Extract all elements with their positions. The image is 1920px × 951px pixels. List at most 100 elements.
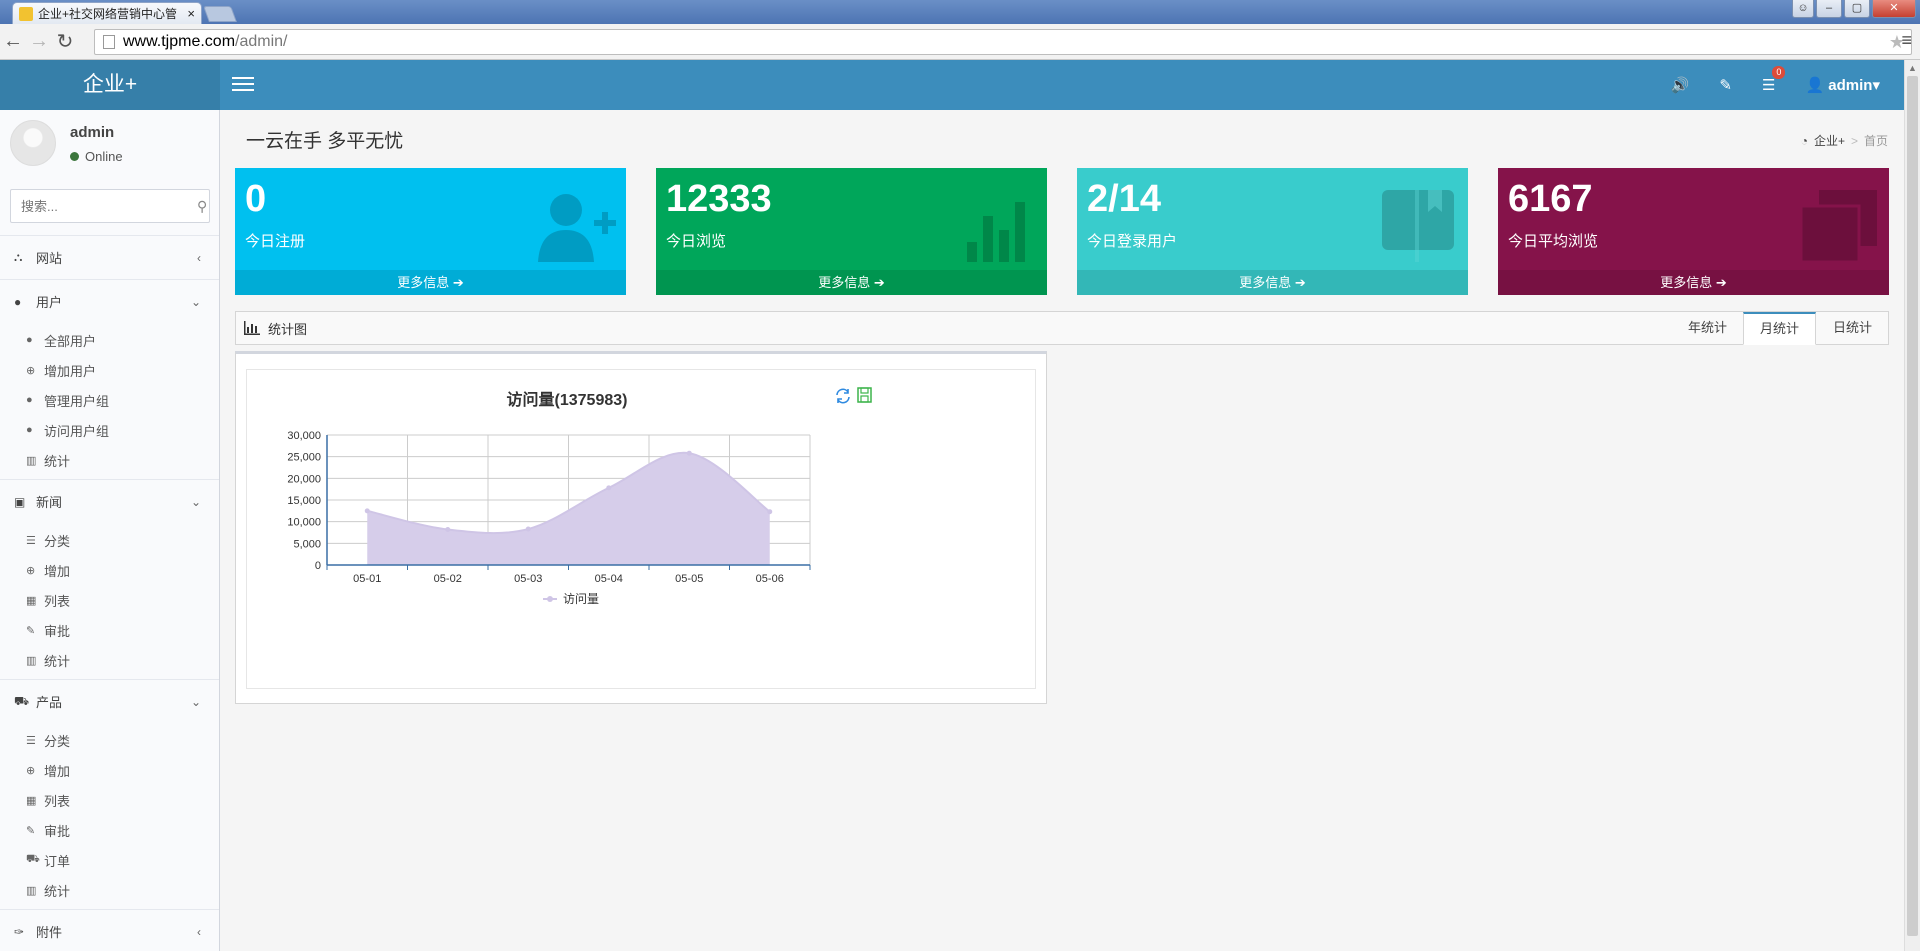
reload-button[interactable]: ↻ xyxy=(52,29,78,54)
stats-title: 统计图 xyxy=(268,321,308,337)
item-icon: ● xyxy=(26,334,33,346)
item-icon: ⊕ xyxy=(26,764,36,777)
top-navbar: 🔊 ✎ ☰ 0 👤 admin▾ xyxy=(220,60,1904,110)
refresh-icon[interactable] xyxy=(836,388,850,404)
url-path: /admin/ xyxy=(235,33,288,50)
data-point xyxy=(686,450,692,456)
sidebar-item[interactable]: ▦ 列表 xyxy=(0,785,219,815)
back-button[interactable]: ← xyxy=(0,30,26,53)
search-input[interactable] xyxy=(21,198,197,214)
dashboard-icon: ◔ xyxy=(1800,133,1808,148)
avatar xyxy=(10,120,56,166)
tab-daily[interactable]: 日统计 xyxy=(1816,312,1888,345)
sidebar-item[interactable]: ● 管理用户组 xyxy=(0,385,219,415)
sidebar-item[interactable]: ✎ 审批 xyxy=(0,615,219,645)
sidebar-item-label: 增加 xyxy=(44,763,71,779)
sidebar-item[interactable]: ⊕ 增加 xyxy=(0,555,219,585)
sidebar-search: ⚲ xyxy=(10,189,210,223)
section-label: 用户 xyxy=(36,295,63,310)
data-point xyxy=(364,508,370,514)
section-icon: ⛬ xyxy=(14,250,23,264)
tasks-icon[interactable]: ☰ 0 xyxy=(1762,66,1786,94)
page-scrollbar[interactable]: ▲ xyxy=(1904,60,1920,951)
x-tick-label: 05-05 xyxy=(675,573,703,585)
more-info-link[interactable]: 更多信息 ➔ xyxy=(1498,270,1889,295)
minimize-button[interactable]: – xyxy=(1816,0,1842,18)
item-icon: ● xyxy=(26,424,33,436)
new-tab-button[interactable] xyxy=(203,6,237,22)
legend-label: 访问量 xyxy=(563,592,599,606)
stat-value: 0 xyxy=(245,178,267,220)
item-icon: ▥ xyxy=(26,654,37,667)
section-label: 附件 xyxy=(36,925,63,940)
browser-menu-icon[interactable]: ≡ xyxy=(1901,30,1912,51)
sidebar-item[interactable]: ⊕ 增加用户 xyxy=(0,355,219,385)
y-tick-label: 15,000 xyxy=(287,495,321,507)
chevron-icon: ⌄ xyxy=(190,294,201,309)
section-label: 新闻 xyxy=(36,495,63,510)
chevron-icon: ⌄ xyxy=(190,494,201,509)
edit-icon[interactable]: ✎ xyxy=(1719,76,1732,94)
breadcrumb-home[interactable]: 企业+ xyxy=(1814,132,1845,149)
data-point xyxy=(767,509,773,515)
chevron-icon: ‹ xyxy=(197,924,201,939)
breadcrumb: ◔ 企业+ > 首页 xyxy=(1801,132,1888,149)
sidebar-section-website[interactable]: ⛬ 网站 ‹ xyxy=(0,235,219,279)
favicon-icon xyxy=(19,6,33,21)
item-icon: ✎ xyxy=(26,824,36,837)
more-info-link[interactable]: 更多信息 ➔ xyxy=(235,270,626,295)
sidebar-item[interactable]: ✎ 审批 xyxy=(0,815,219,845)
user-icon: 👤 xyxy=(1805,77,1825,94)
stat-box-views: 12333 今日浏览 更多信息 ➔ xyxy=(656,168,1047,295)
maximize-button[interactable]: ▢ xyxy=(1844,0,1870,18)
url-field[interactable]: www.tjpme.com/admin/ ★ xyxy=(94,29,1912,55)
sidebar-section-users[interactable]: ● 用户 ⌄ xyxy=(0,279,219,323)
sidebar-section-attachments[interactable]: ✑ 附件 ‹ xyxy=(0,909,219,951)
search-icon[interactable]: ⚲ xyxy=(197,198,207,215)
sidebar-item[interactable]: ▥ 统计 xyxy=(0,875,219,905)
sidebar-section-news[interactable]: ▣ 新闻 ⌄ xyxy=(0,479,219,523)
user-menu[interactable]: 👤 admin▾ xyxy=(1805,76,1880,94)
copy-icon xyxy=(1799,190,1877,262)
tab-monthly[interactable]: 月统计 xyxy=(1742,312,1816,345)
forward-button[interactable]: → xyxy=(26,30,52,53)
tab-close-icon[interactable]: × xyxy=(187,6,195,21)
sound-icon[interactable]: 🔊 xyxy=(1671,76,1690,94)
close-window-button[interactable]: ✕ xyxy=(1872,0,1916,18)
data-point xyxy=(606,485,612,491)
browser-titlebar: 企业+社交网络营销中心管 × ☺ – ▢ ✕ xyxy=(0,0,1920,24)
page-icon xyxy=(103,35,115,49)
sidebar-item[interactable]: ⛟ 订单 xyxy=(0,845,219,875)
sidebar-item-label: 列表 xyxy=(44,793,71,809)
section-icon: ✑ xyxy=(14,924,25,939)
sidebar-item-label: 审批 xyxy=(44,623,71,639)
sidebar-item-label: 统计 xyxy=(44,453,71,469)
sidebar-item[interactable]: ⊕ 增加 xyxy=(0,755,219,785)
sidebar-toggle-icon[interactable] xyxy=(232,75,254,93)
sidebar-item[interactable]: ● 访问用户组 xyxy=(0,415,219,445)
sidebar-section-products[interactable]: ⛟ 产品 ⌄ xyxy=(0,679,219,723)
profile-button[interactable]: ☺ xyxy=(1792,0,1814,18)
section-label: 产品 xyxy=(36,695,63,710)
sidebar-item[interactable]: ▥ 统计 xyxy=(0,445,219,475)
scrollbar-thumb[interactable] xyxy=(1907,76,1918,936)
tab-yearly[interactable]: 年统计 xyxy=(1671,312,1743,345)
y-tick-label: 30,000 xyxy=(287,430,321,442)
browser-tab[interactable]: 企业+社交网络营销中心管 × xyxy=(12,2,202,24)
more-info-link[interactable]: 更多信息 ➔ xyxy=(1077,270,1468,295)
sidebar-item-label: 管理用户组 xyxy=(44,393,110,409)
save-icon[interactable] xyxy=(857,387,872,403)
sidebar-item[interactable]: ● 全部用户 xyxy=(0,325,219,355)
chart-panel: 访问量(1375983) 0 5,000 10,000 15,000 20,000 25,0… xyxy=(235,351,1047,704)
sidebar-item-label: 订单 xyxy=(44,853,71,869)
sidebar-item[interactable]: ☰ 分类 xyxy=(0,725,219,755)
app-logo[interactable]: 企业+ xyxy=(0,60,220,110)
item-icon: ● xyxy=(26,394,33,406)
sidebar-item[interactable]: ▥ 统计 xyxy=(0,645,219,675)
sidebar-item[interactable]: ▦ 列表 xyxy=(0,585,219,615)
item-icon: ▥ xyxy=(26,884,37,897)
more-info-link[interactable]: 更多信息 ➔ xyxy=(656,270,1047,295)
breadcrumb-separator: > xyxy=(1850,133,1858,148)
sidebar-item[interactable]: ☰ 分类 xyxy=(0,525,219,555)
stat-box-registrations: 0 今日注册 更多信息 ➔ xyxy=(235,168,626,295)
